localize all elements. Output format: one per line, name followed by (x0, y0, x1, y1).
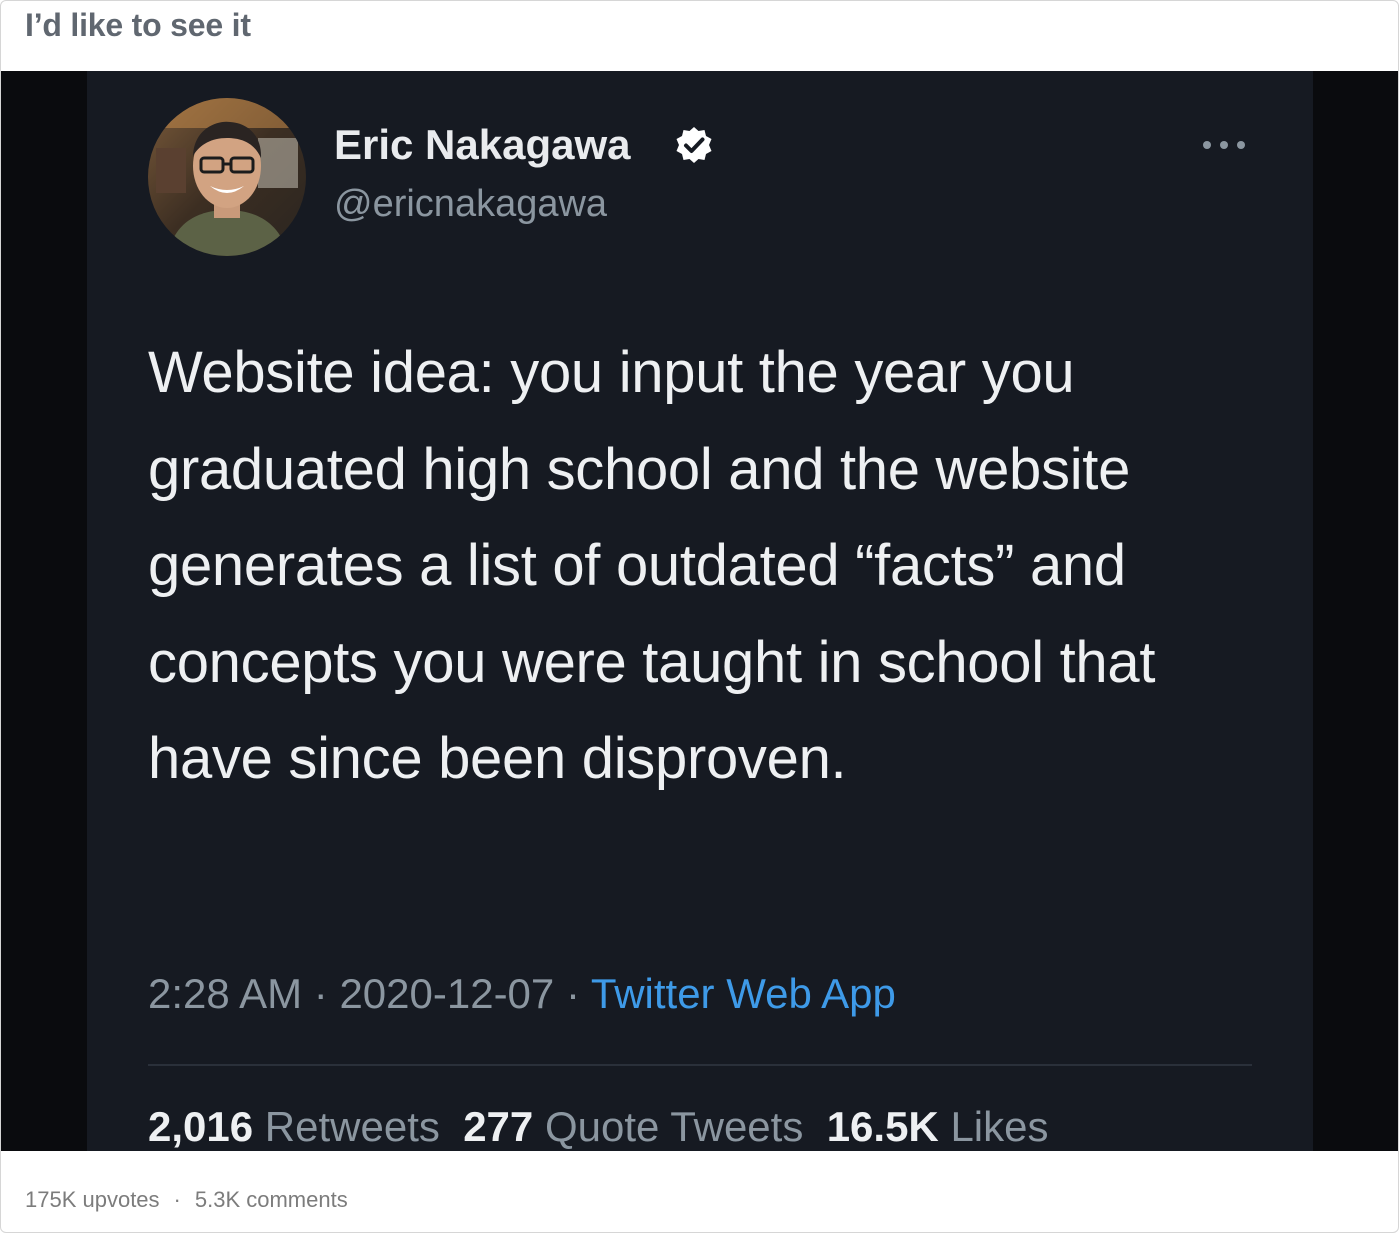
tweet-time[interactable]: 2:28 AM (148, 970, 302, 1017)
tweet-text: Website idea: you input the year you gra… (148, 340, 1156, 791)
post-footer: 175K upvotes · 5.3K comments (25, 1183, 348, 1217)
display-name[interactable]: Eric Nakagawa (334, 120, 631, 170)
post-card: I’d like to see it Eric Nakagawa @ericna… (0, 0, 1399, 1233)
meta-separator: · (554, 970, 591, 1017)
verified-badge-icon (674, 125, 714, 165)
more-options-icon[interactable] (1199, 135, 1249, 155)
quote-label: Quote Tweets (544, 1103, 804, 1150)
retweets-label: Retweets (264, 1103, 440, 1150)
user-handle[interactable]: @ericnakagawa (334, 181, 607, 227)
likes-stat[interactable]: 16.5K Likes (827, 1103, 1049, 1150)
tweet-source-link[interactable]: Twitter Web App (591, 970, 896, 1017)
comments-link[interactable]: 5.3K comments (195, 1187, 348, 1212)
divider (148, 1064, 1252, 1066)
likes-label: Likes (950, 1103, 1049, 1150)
likes-count: 16.5K (826, 1103, 939, 1150)
retweets-stat[interactable]: 2,016 Retweets (148, 1103, 440, 1150)
quote-tweets-stat[interactable]: 277 Quote Tweets (463, 1103, 803, 1150)
post-title[interactable]: I’d like to see it (25, 5, 251, 45)
post-image[interactable]: Eric Nakagawa @ericnakagawa Website idea… (1, 71, 1398, 1151)
upvotes-count[interactable]: 175K upvotes (25, 1187, 160, 1212)
quote-count: 277 (463, 1103, 534, 1150)
meta-separator: · (302, 970, 340, 1017)
footer-separator: · (173, 1187, 181, 1212)
avatar (148, 98, 306, 256)
tweet-date[interactable]: 2020-12-07 (339, 970, 554, 1017)
tweet-meta: 2:28 AM · 2020-12-07 · Twitter Web App (148, 969, 896, 1019)
retweets-count: 2,016 (148, 1103, 254, 1150)
tweet-screenshot: Eric Nakagawa @ericnakagawa Website idea… (87, 71, 1313, 1151)
tweet-stats: 2,016 Retweets 277 Quote Tweets 16.5K Li… (148, 1102, 1049, 1151)
